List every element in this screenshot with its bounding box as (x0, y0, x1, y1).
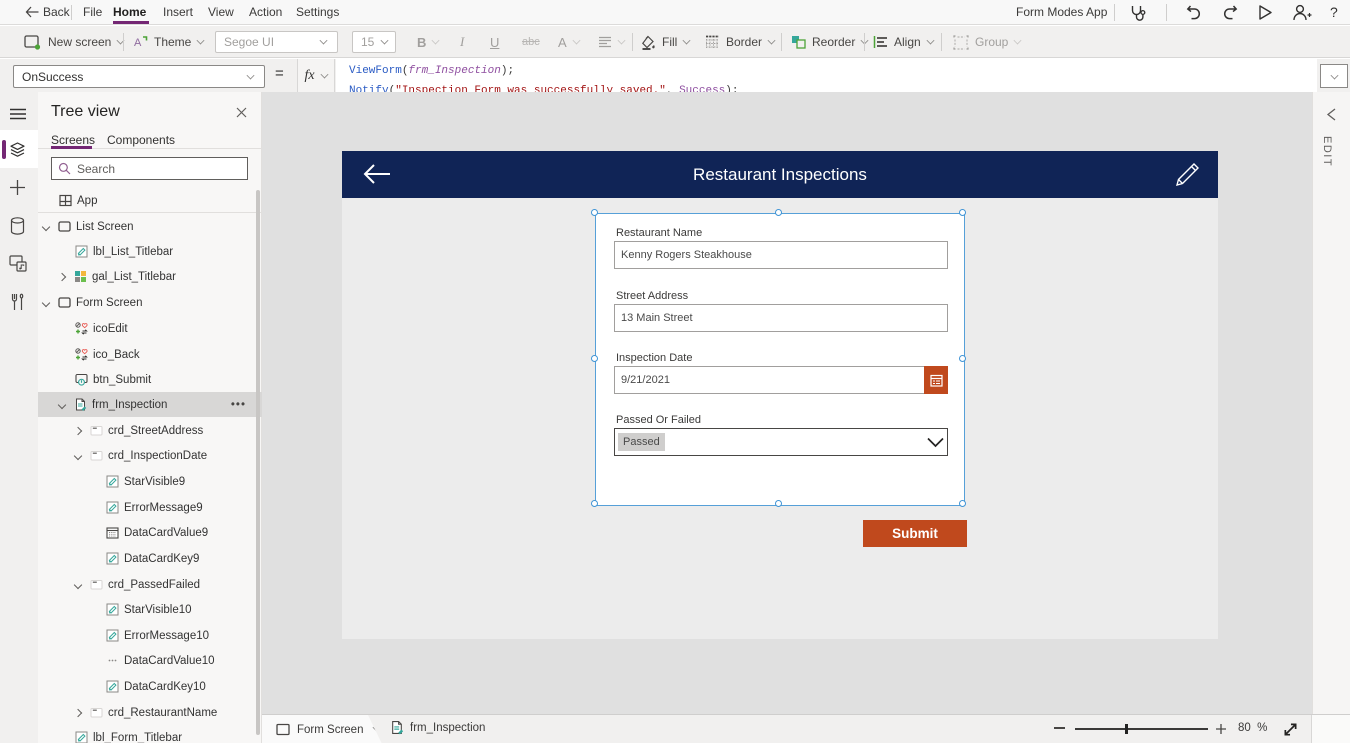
svg-text:A: A (134, 37, 142, 49)
